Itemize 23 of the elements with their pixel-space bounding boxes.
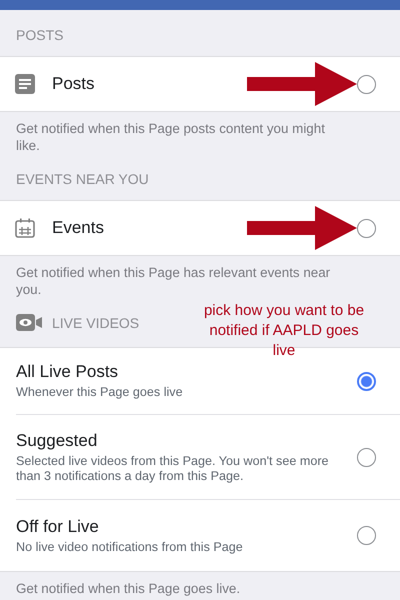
section-heading: EVENTS NEAR YOU: [16, 171, 149, 187]
option-label: Suggested: [16, 430, 98, 450]
option-label: All Live Posts: [16, 362, 120, 382]
calendar-icon: [15, 218, 35, 238]
radio-button[interactable]: [357, 218, 376, 238]
video-camera-icon: [16, 314, 42, 331]
option-description: Whenever this Page goes live: [16, 385, 184, 400]
radio-button[interactable]: [357, 372, 376, 390]
radio-button[interactable]: [357, 526, 376, 545]
section-heading: LIVE VIDEOS: [52, 314, 140, 330]
option-label: Events: [52, 218, 105, 238]
option-description: Selected live videos from this Page. You won't see more than 3 notifications a day from this Page.: [16, 454, 330, 484]
radio-button[interactable]: [357, 74, 376, 94]
section-description: Get notified when this Page posts content you might like.: [16, 121, 325, 153]
section-description: Get notified when this Page has relevant events near you.: [16, 265, 330, 297]
radio-button[interactable]: [357, 448, 376, 466]
option-label: Off for Live: [16, 516, 100, 536]
annotation-text: pick how you want to be notified if AAPLD goes live: [202, 301, 366, 361]
option-label: Posts: [52, 74, 96, 94]
option-description: No live video notifications from this Page: [16, 540, 244, 554]
section-description: Get notified when this Page goes live.: [16, 581, 240, 596]
document-icon: [15, 74, 35, 94]
section-heading: POSTS: [16, 27, 64, 43]
